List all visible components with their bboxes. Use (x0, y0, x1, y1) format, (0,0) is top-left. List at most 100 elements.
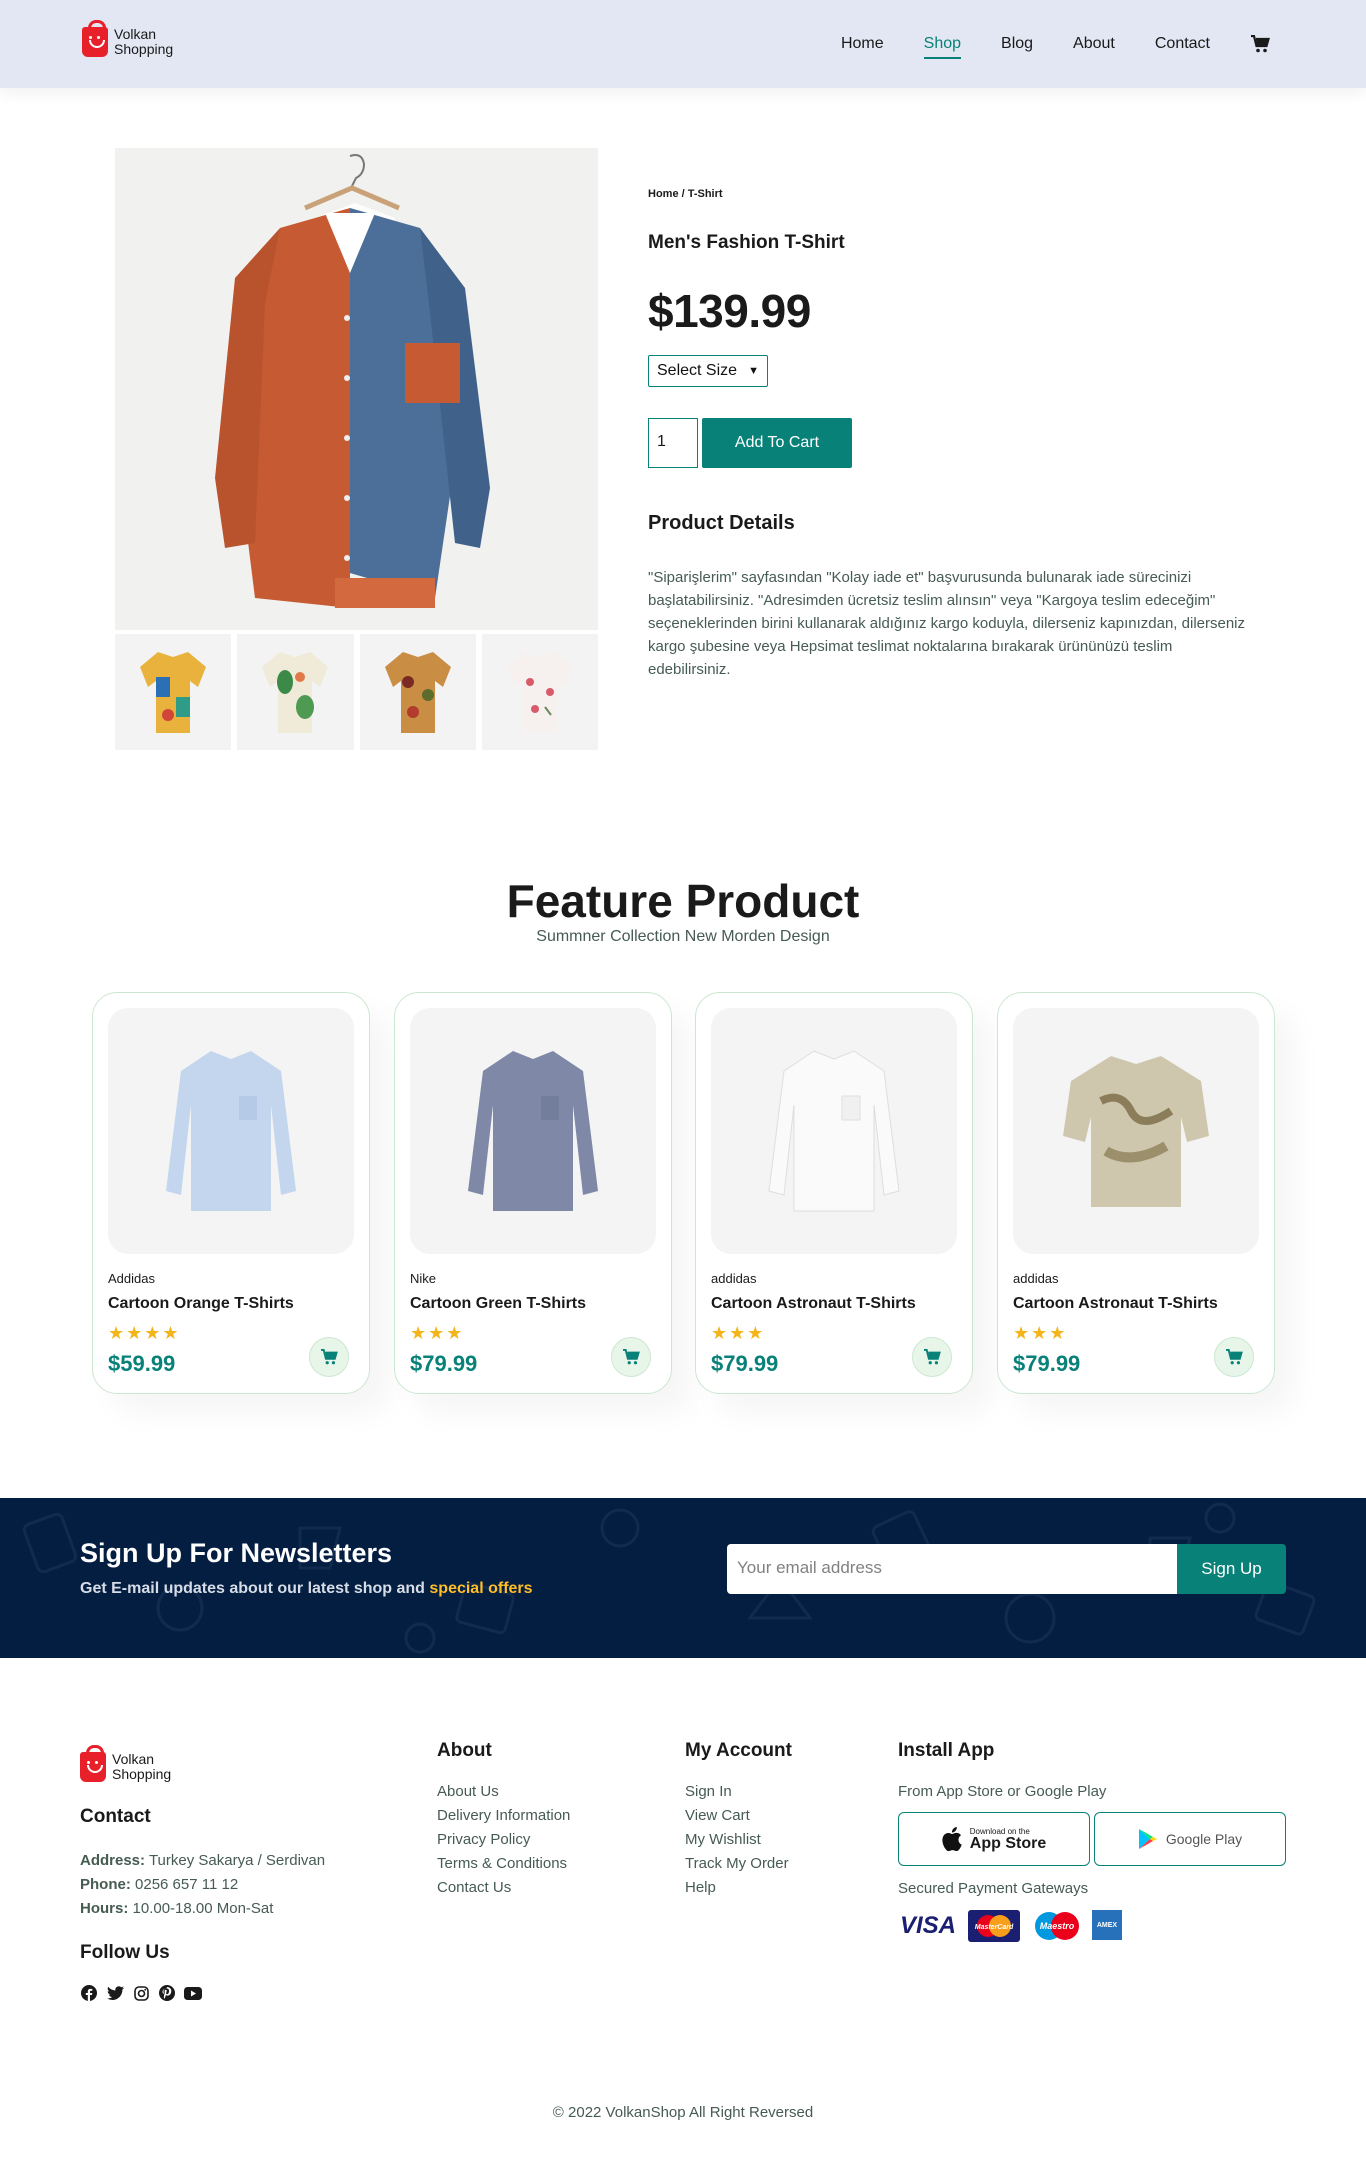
youtube-icon[interactable] (184, 1984, 202, 2002)
footer-link-view-cart[interactable]: View Cart (685, 1807, 750, 1824)
newsletter-text: Get E-mail updates about our latest shop… (80, 1580, 533, 1598)
product-image (410, 1008, 656, 1254)
google-play-label: Google Play (1165, 1831, 1243, 1847)
shopping-bag-icon (82, 20, 108, 57)
cart-icon[interactable] (1250, 34, 1270, 53)
social-links (80, 1984, 202, 2002)
newsletter-heading: Sign Up For Newsletters (80, 1538, 393, 1568)
nav-contact[interactable]: Contact (1155, 35, 1210, 53)
add-to-cart-button[interactable] (912, 1337, 952, 1377)
pinterest-icon[interactable] (158, 1984, 176, 2002)
payment-text: Secured Payment Gateways (898, 1880, 1089, 1897)
hours-label: Hours: (80, 1900, 129, 1917)
star-rating-icon: ★★★ (1013, 1323, 1068, 1343)
amex-icon: AMEX (1092, 1910, 1122, 1940)
cart-icon (924, 1349, 941, 1365)
thumbnail-3[interactable] (359, 634, 476, 750)
install-app-text: From App Store or Google Play (898, 1783, 1107, 1800)
footer-link-help[interactable]: Help (685, 1879, 716, 1896)
chevron-down-icon: ▼ (748, 365, 759, 377)
google-play-button[interactable]: Google Play (1094, 1812, 1286, 1866)
featured-title: Feature Product (506, 875, 860, 927)
install-app-heading: Install App (898, 1740, 995, 1761)
add-to-cart-button[interactable] (1214, 1337, 1254, 1377)
nav-blog[interactable]: Blog (1001, 35, 1033, 53)
breadcrumb: Home / T-Shirt (648, 188, 723, 200)
product-name: Cartoon Astronaut T-Shirts (711, 1295, 916, 1312)
phone-label: Phone: (80, 1876, 131, 1893)
footer-link-sign-in[interactable]: Sign In (685, 1783, 732, 1800)
address-value: Turkey Sakarya / Serdivan (148, 1852, 326, 1869)
product-price: $79.99 (410, 1351, 478, 1376)
thumbnail-strip (115, 634, 598, 750)
product-card[interactable]: addidas Cartoon Astronaut T-Shirts ★★★ $… (695, 992, 973, 1394)
product-image (711, 1008, 957, 1254)
main-nav: Home Shop Blog About Contact (841, 0, 1270, 88)
footer-link-privacy[interactable]: Privacy Policy (437, 1831, 530, 1848)
site-header: Volkan Shopping Home Shop Blog About Cont… (0, 0, 1366, 88)
nav-shop[interactable]: Shop (923, 35, 962, 59)
contact-hours: Hours: 10.00-18.00 Mon-Sat (80, 1900, 273, 1917)
thumbnail-1[interactable] (115, 634, 232, 750)
footer-link-wishlist[interactable]: My Wishlist (685, 1831, 761, 1848)
product-price: $59.99 (108, 1351, 176, 1376)
maestro-label: Maestro (1040, 1921, 1075, 1931)
cart-icon (1226, 1349, 1243, 1365)
product-name: Cartoon Astronaut T-Shirts (1013, 1295, 1218, 1312)
product-brand: addidas (1013, 1271, 1059, 1286)
footer-link-delivery[interactable]: Delivery Information (437, 1807, 570, 1824)
copyright: © 2022 VolkanShop All Right Reversed (552, 2104, 814, 2121)
facebook-icon[interactable] (80, 1984, 98, 2002)
app-store-button[interactable]: Download on the App Store (898, 1812, 1090, 1866)
footer-link-terms[interactable]: Terms & Conditions (437, 1855, 567, 1872)
product-image (108, 1008, 354, 1254)
product-details-heading: Product Details (648, 512, 795, 534)
product-price: $79.99 (711, 1351, 779, 1376)
thumbnail-4[interactable] (481, 634, 598, 750)
google-play-icon (1138, 1829, 1157, 1849)
footer-link-about-us[interactable]: About Us (437, 1783, 499, 1800)
star-rating-icon: ★★★ (410, 1323, 465, 1343)
footer-link-contact[interactable]: Contact Us (437, 1879, 511, 1896)
visa-icon: VISA (899, 1912, 956, 1939)
newsletter-highlight: special offers (429, 1580, 533, 1597)
newsletter-text-main: Get E-mail updates about our latest shop… (80, 1580, 425, 1597)
quantity-input[interactable]: 1 (648, 418, 698, 468)
sign-up-button[interactable]: Sign Up (1177, 1544, 1286, 1594)
cart-icon (623, 1349, 640, 1365)
product-price: $79.99 (1013, 1351, 1081, 1376)
product-price: $139.99 (648, 285, 811, 337)
contact-phone: Phone: 0256 657 11 12 (80, 1876, 238, 1893)
instagram-icon[interactable] (132, 1984, 150, 2002)
mastercard-label: MasterCard (975, 1924, 1014, 1931)
twitter-icon[interactable] (106, 1984, 124, 2002)
logo[interactable]: Volkan Shopping (82, 20, 174, 57)
apple-icon (942, 1827, 962, 1851)
thumbnail-2[interactable] (237, 634, 354, 750)
nav-about[interactable]: About (1073, 35, 1115, 53)
star-rating-icon: ★★★★ (108, 1323, 181, 1343)
footer-logo[interactable]: Volkan Shopping (80, 1745, 171, 1782)
product-card[interactable]: addidas Cartoon Astronaut T-Shirts ★★★ $… (997, 992, 1275, 1394)
product-brand: Nike (410, 1271, 437, 1286)
hours-value: 10.00-18.00 Mon-Sat (132, 1900, 274, 1917)
email-input[interactable]: Your email address (727, 1544, 1177, 1594)
logo-text-line2: Shopping (114, 41, 174, 57)
star-rating-icon: ★★★ (711, 1323, 766, 1343)
add-to-cart-button[interactable] (309, 1337, 349, 1377)
product-card[interactable]: Addidas Cartoon Orange T-Shirts ★★★★ $59… (92, 992, 370, 1394)
size-select[interactable]: Select Size ▼ (648, 355, 768, 387)
maestro-icon: Maestro (1030, 1910, 1084, 1942)
nav-home[interactable]: Home (841, 35, 884, 53)
cart-icon (321, 1349, 338, 1365)
add-to-cart-button[interactable]: Add To Cart (702, 418, 852, 468)
add-to-cart-button[interactable] (611, 1337, 651, 1377)
app-store-label: App Store (969, 1834, 1047, 1852)
logo-text-line1: Volkan (114, 26, 157, 42)
follow-heading: Follow Us (80, 1942, 170, 1963)
shopping-bag-icon (80, 1745, 106, 1782)
product-main-image[interactable] (115, 148, 598, 630)
product-brand: addidas (711, 1271, 757, 1286)
product-card[interactable]: Nike Cartoon Green T-Shirts ★★★ $79.99 (394, 992, 672, 1394)
footer-link-track-order[interactable]: Track My Order (685, 1855, 789, 1872)
